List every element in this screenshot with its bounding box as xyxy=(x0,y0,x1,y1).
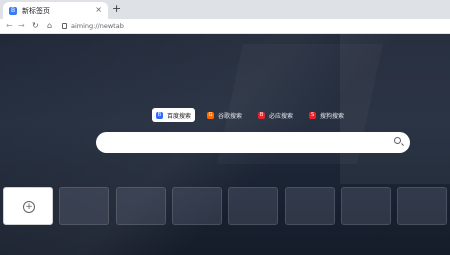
new-tab-button[interactable]: + xyxy=(112,3,121,15)
engine-logo-icon: B xyxy=(258,111,266,119)
forward-icon[interactable]: → xyxy=(18,20,25,32)
quick-links: + xyxy=(3,187,450,226)
engine-logo-icon: S xyxy=(309,111,317,119)
back-icon[interactable]: ← xyxy=(6,20,13,32)
background-decoration xyxy=(340,34,450,184)
shortcut-tile[interactable] xyxy=(59,187,110,225)
shortcut-tile[interactable] xyxy=(284,187,335,225)
search-input[interactable] xyxy=(96,132,410,153)
shortcut-tile[interactable] xyxy=(397,187,448,225)
search-engine-option[interactable]: B 必应搜索 xyxy=(254,108,297,122)
tab-strip: B 新标签页 × + xyxy=(0,0,450,19)
search-engine-option[interactable]: S 搜狗搜索 xyxy=(305,108,348,122)
close-icon[interactable]: × xyxy=(95,5,102,15)
shortcut-tile[interactable] xyxy=(228,187,279,225)
search-engine-label: 谷歌搜索 xyxy=(218,112,243,120)
search-icon[interactable] xyxy=(394,137,401,144)
search-engine-label: 百度搜索 xyxy=(167,112,192,120)
browser-tab[interactable]: B 新标签页 × xyxy=(3,2,108,19)
lock-icon xyxy=(62,23,67,29)
search-engine-option[interactable]: G 谷歌搜索 xyxy=(203,108,246,122)
url-text[interactable]: aiming://newtab xyxy=(71,22,124,30)
address-bar[interactable]: aiming://newtab xyxy=(62,21,124,31)
search-engine-label: 必应搜索 xyxy=(269,112,294,120)
shortcut-tile[interactable] xyxy=(340,187,391,225)
engine-logo-icon: B xyxy=(156,111,163,119)
search-engine-option[interactable]: B 百度搜索 xyxy=(152,108,196,122)
reload-icon[interactable]: ↻ xyxy=(32,20,39,32)
add-icon: + xyxy=(23,201,35,213)
home-icon[interactable]: ⌂ xyxy=(47,20,52,32)
search-engine-switcher: B 百度搜索 G 谷歌搜索 B 必应搜索 S 搜狗搜索 xyxy=(152,108,348,122)
add-shortcut-button[interactable]: + xyxy=(3,187,53,225)
new-tab-page: B 百度搜索 G 谷歌搜索 B 必应搜索 S 搜狗搜索 + xyxy=(0,34,450,255)
search-engine-label: 搜狗搜索 xyxy=(320,112,345,120)
shortcut-tile[interactable] xyxy=(115,187,166,225)
tab-title: 新标签页 xyxy=(22,6,50,15)
engine-logo-icon: G xyxy=(207,111,215,119)
shortcut-tile[interactable] xyxy=(171,187,222,225)
tab-favicon-icon: B xyxy=(9,6,17,15)
browser-toolbar: ← → ↻ ⌂ aiming://newtab xyxy=(0,19,450,34)
